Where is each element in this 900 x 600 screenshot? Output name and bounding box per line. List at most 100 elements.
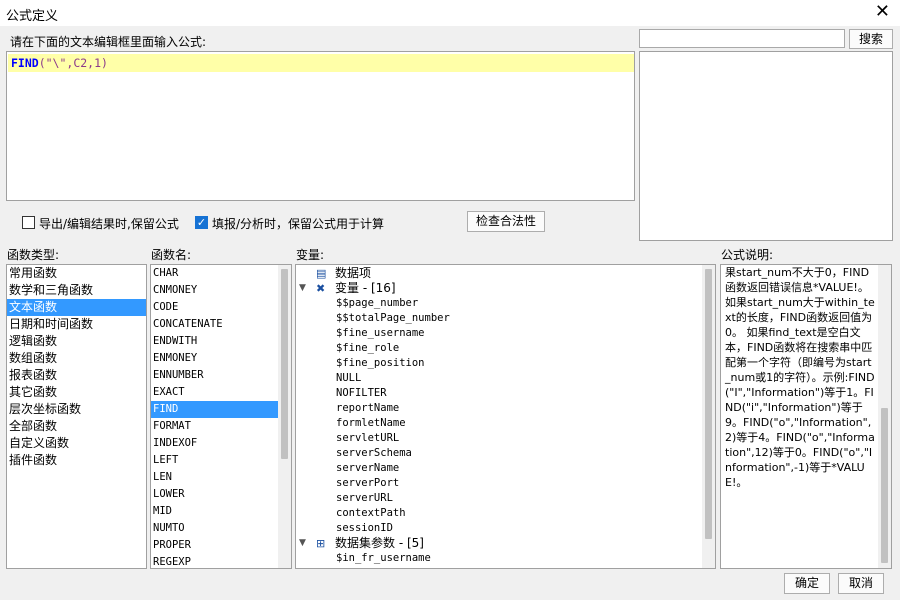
variables-header: 变量:	[296, 248, 325, 262]
ok-button[interactable]: 确定	[784, 573, 830, 594]
function-name-item[interactable]: ENMONEY	[151, 350, 278, 367]
variable-item[interactable]: serverURL	[296, 491, 701, 506]
variable-item[interactable]: $$totalPage_number	[296, 311, 701, 326]
title-bar: 公式定义 ✕	[0, 0, 900, 26]
search-input[interactable]	[639, 29, 845, 48]
function-type-item[interactable]: 插件函数	[7, 452, 146, 469]
variables-tree[interactable]: ▤ 数据项 ▼ ✖ 变量 - [16] $$page_number $$totalPage_…	[295, 264, 716, 569]
function-name-item[interactable]: NUMTO	[151, 520, 278, 537]
function-name-item[interactable]: FORMAT	[151, 418, 278, 435]
formula-description-box: 果start_num不大于0，FIND函数返回错误信息*VALUE!。 如果st…	[720, 264, 892, 569]
function-name-item[interactable]: CODE	[151, 299, 278, 316]
tree-row-label: serverName	[336, 462, 400, 474]
function-type-item[interactable]: 全部函数	[7, 418, 146, 435]
variables-icon: ✖	[316, 282, 326, 295]
variable-item[interactable]: $fine_position	[296, 356, 701, 371]
tree-row-label: 数据项	[335, 266, 372, 280]
function-type-item[interactable]: 自定义函数	[7, 435, 146, 452]
tree-row-label: 数据集参数 - [5]	[335, 536, 424, 550]
tree-row-label: $fine_role	[336, 342, 400, 354]
tree-row-label: $fine_username	[336, 327, 425, 339]
variable-item[interactable]: contextPath	[296, 506, 701, 521]
function-name-item[interactable]: REGEXP	[151, 554, 278, 568]
formula-editor[interactable]: FIND("\",C2,1)	[6, 51, 635, 201]
function-type-item[interactable]: 层次坐标函数	[7, 401, 146, 418]
scrollbar-thumb[interactable]	[281, 269, 288, 459]
tree-node-variables[interactable]: ▼ ✖ 变量 - [16]	[296, 281, 701, 296]
tree-row-label: $in_fr_username	[336, 552, 431, 564]
expand-toggle-icon[interactable]: ▼	[299, 536, 309, 551]
tree-row-label: NULL	[336, 372, 362, 384]
function-name-item[interactable]: ENDWITH	[151, 333, 278, 350]
function-name-item[interactable]: CHAR	[151, 265, 278, 282]
variables-scrollbar[interactable]	[702, 265, 715, 568]
dataset-param-item[interactable]: $in_fr_username	[296, 551, 701, 566]
function-name-header: 函数名:	[151, 248, 192, 262]
function-name-item[interactable]: LEFT	[151, 452, 278, 469]
variable-item[interactable]: reportName	[296, 401, 701, 416]
cancel-button[interactable]: 取消	[838, 573, 884, 594]
tree-row-label: NOFILTER	[336, 387, 387, 399]
function-type-item[interactable]: 报表函数	[7, 367, 146, 384]
data-items-icon: ▤	[316, 267, 327, 280]
function-type-list[interactable]: 常用函数 数学和三角函数 文本函数 日期和时间函数 逻辑函数 数组函数 报表函数 其它函数 层次…	[6, 264, 147, 569]
variable-item[interactable]: NOFILTER	[296, 386, 701, 401]
variable-item[interactable]: $$page_number	[296, 296, 701, 311]
function-name-item[interactable]: CNMONEY	[151, 282, 278, 299]
variable-item[interactable]: serverPort	[296, 476, 701, 491]
dataset-params-icon: ⊞	[316, 537, 326, 550]
function-name-item[interactable]: LEN	[151, 469, 278, 486]
function-name-item[interactable]: CONCATENATE	[151, 316, 278, 333]
scrollbar-thumb[interactable]	[881, 408, 888, 563]
export-keep-formula-checkbox[interactable]	[22, 216, 35, 229]
function-type-item[interactable]: 数学和三角函数	[7, 282, 146, 299]
function-type-item[interactable]: 数组函数	[7, 350, 146, 367]
function-name-list[interactable]: CHAR CNMONEY CODE CONCATENATE ENDWITH ENMONEY…	[150, 264, 292, 569]
function-name-item[interactable]: MID	[151, 503, 278, 520]
variable-item[interactable]: $fine_role	[296, 341, 701, 356]
function-name-item[interactable]: FIND	[151, 401, 278, 418]
tree-row-label: reportName	[336, 402, 400, 414]
function-type-item[interactable]: 文本函数	[7, 299, 146, 316]
tree-row-label: contextPath	[336, 507, 406, 519]
formula-description-text: 果start_num不大于0，FIND函数返回错误信息*VALUE!。 如果st…	[725, 266, 875, 489]
formula-line[interactable]: FIND("\",C2,1)	[8, 54, 634, 72]
function-type-item[interactable]: 日期和时间函数	[7, 316, 146, 333]
tree-row-label: $$page_number	[336, 297, 419, 309]
close-icon[interactable]: ✕	[875, 2, 890, 22]
variable-item[interactable]: servletURL	[296, 431, 701, 446]
tree-row-label: $fine_position	[336, 357, 425, 369]
search-button[interactable]: 搜索	[849, 29, 893, 49]
function-type-item[interactable]: 逻辑函数	[7, 333, 146, 350]
function-name-scrollbar[interactable]	[278, 265, 291, 568]
function-name-item[interactable]: INDEXOF	[151, 435, 278, 452]
check-validity-button[interactable]: 检查合法性	[467, 211, 545, 232]
search-results-box	[639, 51, 893, 241]
variable-item[interactable]: $fine_username	[296, 326, 701, 341]
fill-keep-formula-checkbox[interactable]: ✓	[195, 216, 208, 229]
variable-item[interactable]: serverName	[296, 461, 701, 476]
formula-arguments: ("\",C2,1)	[38, 56, 108, 70]
description-scrollbar[interactable]	[878, 265, 891, 568]
tree-row-label: sessionID	[336, 522, 393, 534]
variable-item[interactable]: formletName	[296, 416, 701, 431]
scrollbar-thumb[interactable]	[705, 269, 712, 539]
tree-row-label: servletURL	[336, 432, 400, 444]
variable-item[interactable]: sessionID	[296, 521, 701, 536]
tree-node-dataset-params[interactable]: ▼ ⊞ 数据集参数 - [5]	[296, 536, 701, 551]
function-name-item[interactable]: ENNUMBER	[151, 367, 278, 384]
variable-item[interactable]: serverSchema	[296, 446, 701, 461]
variable-item[interactable]: NULL	[296, 371, 701, 386]
tree-row-label: serverPort	[336, 477, 400, 489]
function-name-item[interactable]: PROPER	[151, 537, 278, 554]
expand-toggle-icon[interactable]: ▼	[299, 281, 309, 296]
tree-row-label: serverURL	[336, 492, 393, 504]
function-type-item[interactable]: 常用函数	[7, 265, 146, 282]
tree-node-data-items[interactable]: ▤ 数据项	[296, 266, 701, 281]
function-name-item[interactable]: EXACT	[151, 384, 278, 401]
window-title: 公式定义	[6, 9, 59, 24]
fill-keep-formula-label: 填报/分析时，保留公式用于计算	[212, 217, 385, 231]
function-name-item[interactable]: LOWER	[151, 486, 278, 503]
formula-function-keyword: FIND	[11, 56, 39, 70]
function-type-item[interactable]: 其它函数	[7, 384, 146, 401]
